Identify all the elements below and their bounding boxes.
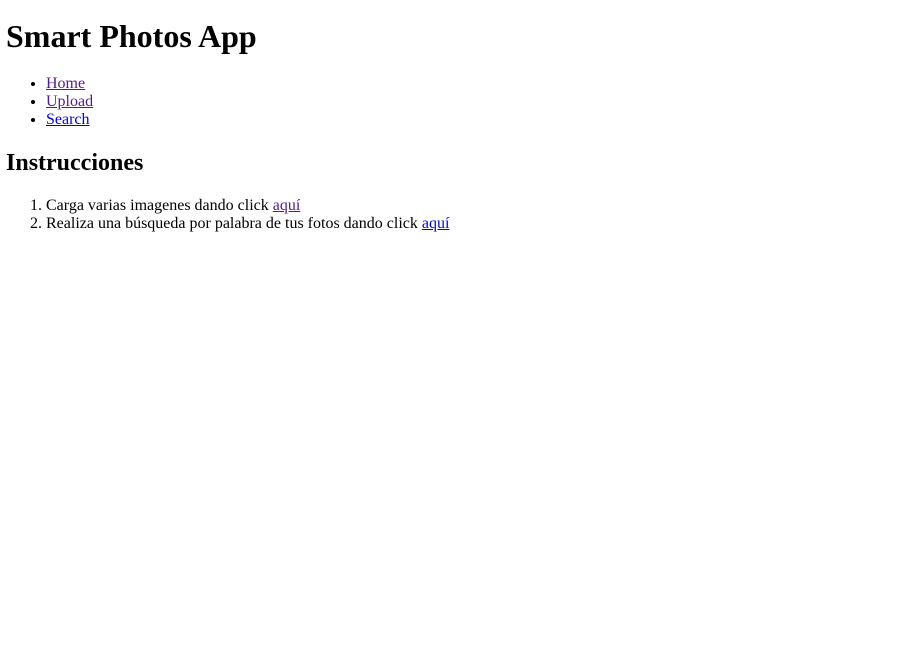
nav-list: Home Upload Search — [6, 75, 913, 129]
instruction-step: Carga varias imagenes dando click aquí — [46, 197, 913, 215]
upload-here-link[interactable]: aquí — [273, 197, 301, 214]
nav-link-search[interactable]: Search — [46, 111, 90, 128]
instruction-step-text: Carga varias imagenes dando click — [46, 197, 273, 214]
nav-item-home: Home — [46, 75, 913, 93]
page-title: Smart Photos App — [6, 18, 257, 54]
nav-item-upload: Upload — [46, 93, 913, 111]
instruction-step: Realiza una búsqueda por palabra de tus … — [46, 215, 913, 233]
nav-link-home[interactable]: Home — [46, 75, 85, 92]
instructions-list: Carga varias imagenes dando click aquí R… — [6, 197, 913, 233]
search-here-link[interactable]: aquí — [422, 215, 450, 232]
nav-item-search: Search — [46, 111, 913, 129]
page: Smart Photos App Home Upload Search Inst… — [0, 0, 919, 233]
nav-link-upload[interactable]: Upload — [46, 93, 93, 110]
instruction-step-text: Realiza una búsqueda por palabra de tus … — [46, 215, 422, 232]
instructions-heading: Instrucciones — [6, 150, 144, 176]
